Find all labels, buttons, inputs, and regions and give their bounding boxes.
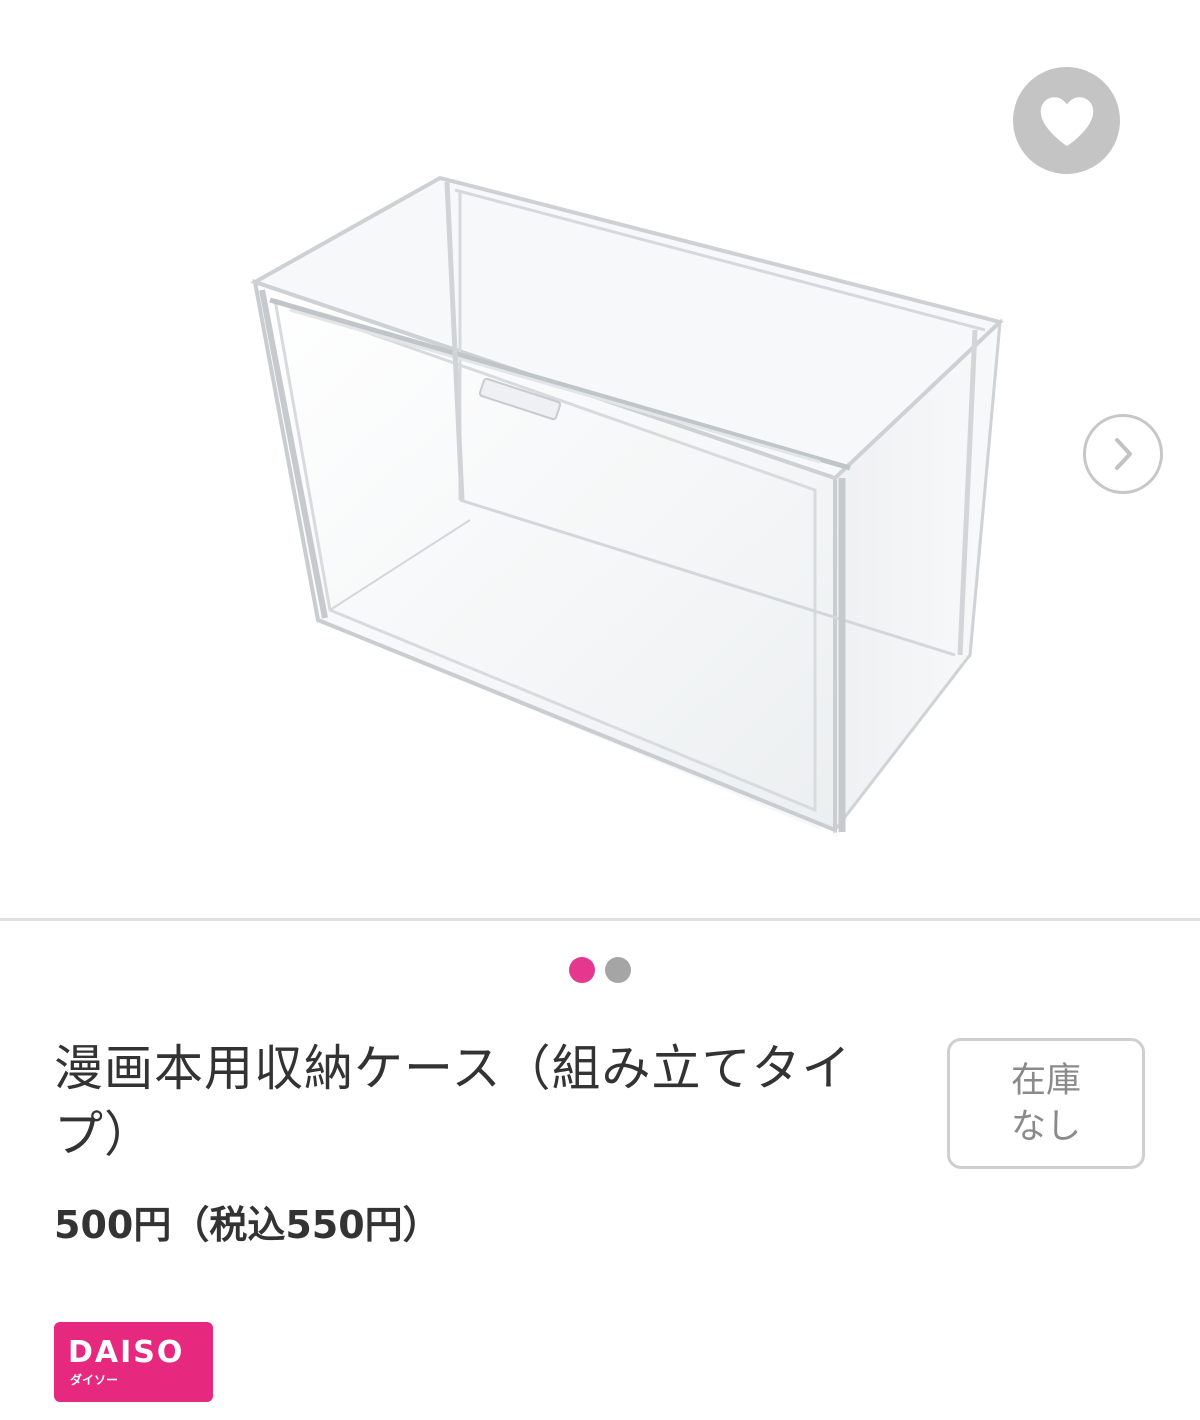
carousel-dot-active[interactable] <box>569 957 595 983</box>
heart-icon <box>1040 96 1093 146</box>
chevron-right-icon <box>1115 438 1132 470</box>
brand-kana: ダイソー <box>70 1373 119 1387</box>
daiso-logo[interactable]: DAISO ダイソー <box>54 1322 213 1402</box>
product-price: 500円（税込550円） <box>54 1203 441 1247</box>
next-image-button[interactable] <box>1083 414 1163 494</box>
product-image-gallery[interactable] <box>0 0 1200 920</box>
carousel-indicator <box>569 957 631 983</box>
brand-name: DAISO <box>68 1335 185 1370</box>
stock-status-badge: 在庫 なし <box>947 1038 1145 1169</box>
product-title: 漫画本用収納ケース（組み立てタイプ） <box>54 1040 852 1163</box>
gallery-divider <box>0 918 1200 921</box>
favorite-button[interactable] <box>1013 67 1120 174</box>
carousel-dot[interactable] <box>605 957 631 983</box>
